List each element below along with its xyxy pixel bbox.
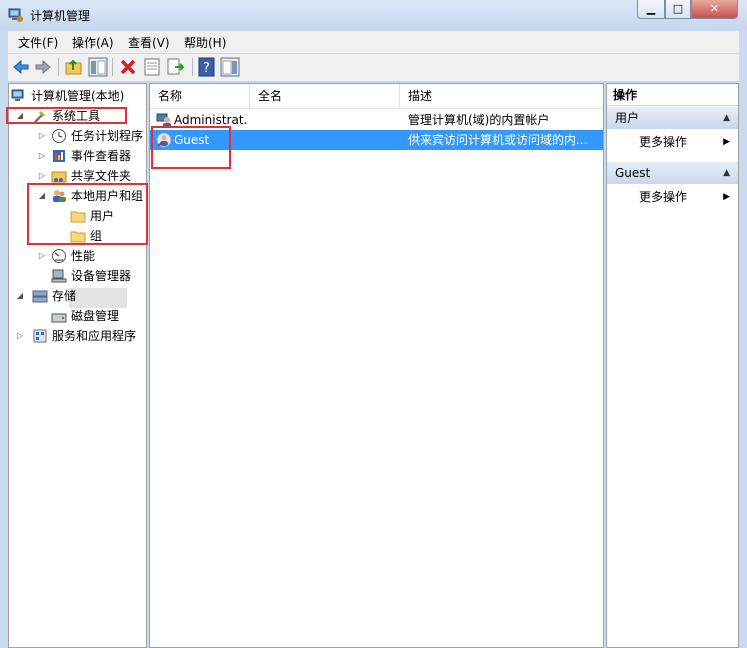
more-actions-item[interactable]: 更多操作 ▶ xyxy=(607,131,738,153)
tree-item-device-manager[interactable]: 设备管理器 xyxy=(9,266,146,286)
tree-label: 性能 xyxy=(71,249,96,263)
delete-icon[interactable] xyxy=(118,57,138,77)
collapse-up-icon[interactable]: ▲ xyxy=(723,162,730,184)
tree-item-task-scheduler[interactable]: ▷ 任务计划程序 xyxy=(9,126,146,146)
column-header-description[interactable]: 描述 xyxy=(400,84,603,108)
tree-item-event-viewer[interactable]: ▷ 事件查看器 xyxy=(9,146,146,166)
column-header-name[interactable]: 名称 xyxy=(150,84,250,108)
computer-management-icon xyxy=(8,8,23,22)
expanded-arrow-icon[interactable]: ◢ xyxy=(15,286,25,306)
svg-text:?: ? xyxy=(203,61,210,76)
tree-label: 计算机管理(本地) xyxy=(31,89,125,103)
action-group-label: 用户 xyxy=(615,111,640,125)
performance-gauge-icon xyxy=(52,249,66,263)
up-folder-icon[interactable] xyxy=(64,57,84,77)
close-button[interactable]: ✕ xyxy=(691,0,738,19)
tree-item-disk-management[interactable]: 磁盘管理 xyxy=(9,306,146,326)
maximize-button[interactable]: □ xyxy=(665,0,691,19)
action-group-label: Guest xyxy=(615,166,651,180)
tree-label: 存储 xyxy=(52,289,77,303)
highlight-box-system-tools xyxy=(6,107,127,124)
title-bar: 计算机管理 ▁ □ ✕ xyxy=(0,0,747,30)
minimize-button[interactable]: ▁ xyxy=(637,0,665,19)
collapsed-arrow-icon[interactable]: ▷ xyxy=(15,326,25,346)
tree-item-performance[interactable]: ▷ 性能 xyxy=(9,246,146,266)
submenu-arrow-icon: ▶ xyxy=(723,192,730,202)
tree-label: 任务计划程序 xyxy=(71,129,144,143)
disk-management-icon xyxy=(51,313,67,323)
collapsed-arrow-icon[interactable]: ▷ xyxy=(37,126,47,146)
toolbar-separator xyxy=(58,58,59,76)
submenu-arrow-icon: ▶ xyxy=(723,137,730,147)
computer-management-icon xyxy=(11,89,24,101)
back-icon[interactable] xyxy=(11,57,31,77)
action-group-users[interactable]: 用户 ▲ xyxy=(607,107,738,129)
clock-icon xyxy=(52,129,66,143)
event-log-icon xyxy=(53,150,65,162)
tree-item-root[interactable]: 计算机管理(本地) xyxy=(9,86,146,106)
window-title: 计算机管理 xyxy=(30,9,91,23)
export-list-icon[interactable] xyxy=(166,57,186,77)
actions-pane: 操作 用户 ▲ 更多操作 ▶ Guest ▲ 更多操作 ▶ xyxy=(606,83,739,648)
highlight-box-local-users xyxy=(27,183,148,245)
help-icon[interactable]: ? xyxy=(197,57,217,77)
action-label: 更多操作 xyxy=(639,135,688,149)
toolbar: ? xyxy=(8,54,739,82)
menu-view[interactable]: 查看(V) xyxy=(128,34,170,51)
cell-description: 供来宾访问计算机或访问域的内... xyxy=(408,133,588,147)
menu-help[interactable]: 帮助(H) xyxy=(184,34,226,51)
collapsed-arrow-icon[interactable]: ▷ xyxy=(37,246,47,266)
action-group-guest[interactable]: Guest ▲ xyxy=(607,162,738,184)
collapsed-arrow-icon[interactable]: ▷ xyxy=(37,146,47,166)
more-actions-item[interactable]: 更多操作 ▶ xyxy=(607,186,738,208)
header-divider xyxy=(150,108,603,109)
column-header-full-name[interactable]: 全名 xyxy=(250,84,400,108)
toolbar-separator xyxy=(112,58,113,76)
cell-description: 管理计算机(域)的内置帐户 xyxy=(408,113,550,127)
menu-bar: 文件(F) 操作(A) 查看(V) 帮助(H) xyxy=(8,31,739,54)
tree-label: 服务和应用程序 xyxy=(52,329,137,343)
tree-label: 事件查看器 xyxy=(71,149,132,163)
shared-folder-icon xyxy=(51,171,67,183)
action-label: 更多操作 xyxy=(639,190,688,204)
tree-item-storage[interactable]: ◢ 存储 xyxy=(9,286,146,306)
show-hide-tree-icon[interactable] xyxy=(88,57,108,77)
menu-file[interactable]: 文件(F) xyxy=(18,34,58,51)
services-icon xyxy=(33,329,47,343)
actions-title: 操作 xyxy=(607,84,738,106)
forward-icon[interactable] xyxy=(33,57,53,77)
console-tree: 计算机管理(本地) ◢ 系统工具 ▷ 任务计划程序 ▷ 事件查看器 ▷ 共享文件… xyxy=(8,83,147,648)
toolbar-separator xyxy=(192,58,193,76)
tree-item-services-apps[interactable]: ▷ 服务和应用程序 xyxy=(9,326,146,346)
menu-action[interactable]: 操作(A) xyxy=(72,34,114,51)
highlight-box-guest xyxy=(151,126,231,169)
collapse-up-icon[interactable]: ▲ xyxy=(723,107,730,129)
properties-icon[interactable] xyxy=(142,57,162,77)
tree-label: 磁盘管理 xyxy=(71,309,120,323)
device-manager-icon xyxy=(51,269,67,283)
tree-label: 设备管理器 xyxy=(71,269,132,283)
show-action-pane-icon[interactable] xyxy=(220,57,240,77)
storage-icon xyxy=(32,290,48,303)
